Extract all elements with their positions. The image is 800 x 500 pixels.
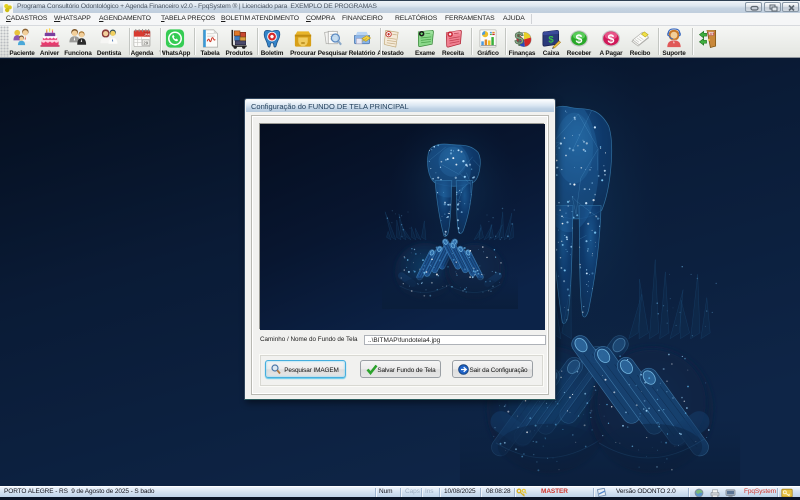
svg-text:EXIT: EXIT: [708, 32, 715, 36]
svg-text:$: $: [548, 34, 554, 45]
svg-text:$: $: [515, 30, 524, 48]
svg-text:JAN: JAN: [144, 32, 150, 36]
svg-text:$: $: [576, 32, 583, 46]
svg-text:$: $: [608, 32, 615, 46]
svg-text:29: 29: [143, 41, 148, 46]
